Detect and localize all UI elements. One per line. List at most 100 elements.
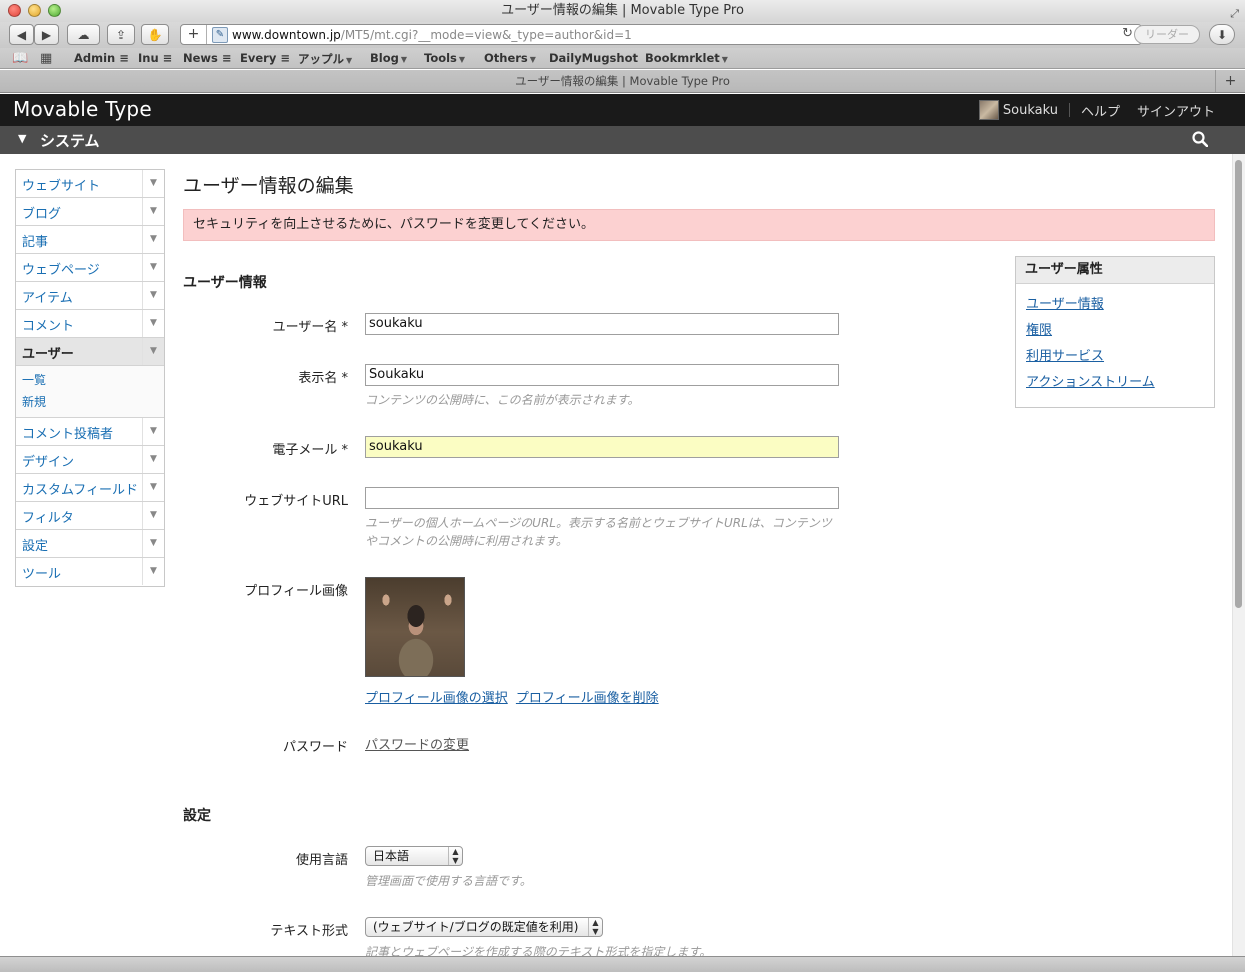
bookmark-folder[interactable]: Others ▼	[484, 51, 536, 65]
minimize-window-button[interactable]	[28, 4, 41, 17]
email-input[interactable]: soukaku	[365, 436, 839, 458]
sidebar-item-users[interactable]: ユーザー ▼	[16, 338, 164, 366]
triangle-down-icon[interactable]: ▼	[142, 418, 164, 445]
help-link[interactable]: ヘルプ	[1081, 101, 1120, 120]
browser-toolbar: ◀ ▶ ☁ ⇪ ✋ + ✎ www.downtown.jp/MT5/mt.cgi…	[0, 22, 1245, 48]
username-label: ユーザー名 *	[272, 320, 348, 335]
triangle-down-icon[interactable]: ▼	[142, 254, 164, 281]
display-name-label: 表示名 *	[298, 371, 348, 386]
sidebar-item-label: デザイン	[22, 455, 75, 470]
triangle-down-icon[interactable]: ▼	[142, 558, 164, 585]
sidebar-item-pages[interactable]: ウェブページ ▼	[16, 254, 164, 282]
sidebar-item-design[interactable]: デザイン ▼	[16, 446, 164, 474]
sidebar-item-assets[interactable]: アイテム ▼	[16, 282, 164, 310]
sidebar-item-label: ウェブサイト	[22, 179, 101, 194]
share-button[interactable]: ⇪	[107, 24, 135, 45]
reading-list-icon[interactable]: 📖	[12, 51, 28, 66]
forward-arrow-icon: ▶	[41, 27, 52, 42]
password-alert: セキュリティを向上させるために、パスワードを変更してください。	[183, 209, 1215, 241]
sidebar-item-label: 記事	[22, 235, 49, 250]
sidebar-subitem-new[interactable]: 新規	[16, 391, 164, 413]
password-label: パスワード	[282, 740, 348, 755]
language-select[interactable]: 日本語 ▲ ▼	[365, 846, 463, 866]
bookmark-folder[interactable]: Bookmrklet ▼	[645, 51, 728, 65]
dropdown-arrow-icon: ▼	[529, 55, 536, 64]
select-profile-image-link[interactable]: プロフィール画像の選択	[365, 691, 508, 706]
select-arrows-icon: ▲ ▼	[588, 918, 602, 936]
top-sites-icon[interactable]: ▦	[40, 51, 52, 66]
widget-link-user-info[interactable]: ユーザー情報	[1026, 293, 1104, 312]
downloads-button[interactable]: ⬇	[1209, 24, 1235, 45]
email-label: 電子メール *	[272, 443, 348, 458]
triangle-down-icon[interactable]: ▼	[142, 446, 164, 473]
change-password-link[interactable]: パスワードの変更	[365, 738, 469, 753]
bookmark-folder[interactable]: Tools ▼	[424, 51, 465, 65]
new-tab-button[interactable]: +	[1215, 70, 1245, 92]
sidebar-subitem-list[interactable]: 一覧	[16, 369, 164, 391]
sidebar-item-label: コメント	[22, 319, 75, 334]
delete-profile-image-link[interactable]: プロフィール画像を削除	[516, 691, 659, 706]
triangle-down-icon[interactable]: ▼	[142, 282, 164, 309]
website-url-input[interactable]	[365, 487, 839, 509]
dropdown-arrow-icon: ▼	[458, 55, 466, 64]
avatar[interactable]	[978, 100, 999, 120]
profile-image-label: プロフィール画像	[244, 584, 348, 599]
sidebar-item-entries[interactable]: 記事 ▼	[16, 226, 164, 254]
widget-title: ユーザー属性	[1016, 257, 1214, 284]
widget-link-action-stream[interactable]: アクションストリーム	[1026, 371, 1155, 390]
add-bookmark-icon[interactable]: +	[181, 25, 207, 44]
scrollbar-thumb[interactable]	[1235, 160, 1242, 608]
address-bar[interactable]: + ✎ www.downtown.jp/MT5/mt.cgi?__mode=vi…	[180, 24, 1142, 45]
triangle-down-icon[interactable]: ▼	[142, 474, 164, 501]
bookmark-item[interactable]: News ≡	[183, 51, 232, 65]
username-link[interactable]: Soukaku	[1003, 103, 1058, 118]
sidebar-item-label: ブログ	[22, 207, 62, 222]
sidebar-item-label: フィルタ	[22, 511, 74, 526]
signout-link[interactable]: サインアウト	[1137, 101, 1215, 120]
bookmark-item[interactable]: Admin ≡	[74, 51, 129, 65]
widget-link-permissions[interactable]: 権限	[1026, 319, 1052, 338]
triangle-down-icon[interactable]: ▼	[142, 310, 164, 337]
close-window-button[interactable]	[8, 4, 21, 17]
scope-title[interactable]: システム	[40, 130, 100, 151]
sidebar-item-label: カスタムフィールド	[22, 483, 138, 498]
bookmark-item[interactable]: Inu ≡	[138, 51, 172, 65]
zoom-window-button[interactable]	[48, 4, 61, 17]
triangle-down-icon[interactable]: ▼	[142, 170, 164, 197]
text-format-select[interactable]: (ウェブサイト/ブログの既定値を利用) ▲ ▼	[365, 917, 603, 937]
triangle-down-icon[interactable]: ▼	[142, 198, 164, 225]
widget-link-services[interactable]: 利用サービス	[1026, 345, 1104, 364]
triangle-down-icon[interactable]: ▼	[142, 226, 164, 253]
reload-icon[interactable]: ↻	[1122, 26, 1133, 41]
triangle-down-icon[interactable]: ▼	[142, 502, 164, 529]
forward-button[interactable]: ▶	[34, 24, 59, 45]
sidebar-item-blog[interactable]: ブログ ▼	[16, 198, 164, 226]
bookmark-item[interactable]: Every ≡	[240, 51, 290, 65]
app-logo[interactable]: Movable Type	[13, 97, 152, 121]
bookmark-folder[interactable]: Blog ▼	[370, 51, 407, 65]
triangle-down-icon[interactable]: ▼	[142, 530, 164, 557]
triangle-down-icon[interactable]: ▼	[18, 132, 26, 145]
sidebar-item-website[interactable]: ウェブサイト ▼	[16, 170, 164, 198]
icloud-tabs-button[interactable]: ☁	[67, 24, 100, 45]
triangle-down-icon[interactable]: ▼	[142, 338, 164, 365]
sidebar-item-tools[interactable]: ツール ▼	[16, 558, 164, 586]
sidebar-item-comments[interactable]: コメント ▼	[16, 310, 164, 338]
sidebar-item-settings[interactable]: 設定 ▼	[16, 530, 164, 558]
tab-bar: ユーザー情報の編集 | Movable Type Pro +	[0, 70, 1245, 93]
select-arrows-icon: ▲ ▼	[448, 847, 462, 865]
reader-button[interactable]: リーダー	[1134, 25, 1200, 44]
sidebar-item-label: アイテム	[22, 291, 73, 306]
sidebar-item-custom-fields[interactable]: カスタムフィールド ▼	[16, 474, 164, 502]
search-icon[interactable]	[1192, 131, 1208, 147]
username-input[interactable]: soukaku	[365, 313, 839, 335]
display-name-input[interactable]: Soukaku	[365, 364, 839, 386]
back-button[interactable]: ◀	[9, 24, 34, 45]
sidebar-item-label: ユーザー	[22, 347, 74, 362]
tab-active[interactable]: ユーザー情報の編集 | Movable Type Pro	[515, 74, 730, 88]
bookmark-folder[interactable]: アップル ▼	[298, 51, 352, 67]
bookmark-item[interactable]: DailyMugshot	[549, 51, 638, 65]
hand-button[interactable]: ✋	[141, 24, 169, 45]
sidebar-item-commenters[interactable]: コメント投稿者 ▼	[16, 418, 164, 446]
sidebar-item-filters[interactable]: フィルタ ▼	[16, 502, 164, 530]
